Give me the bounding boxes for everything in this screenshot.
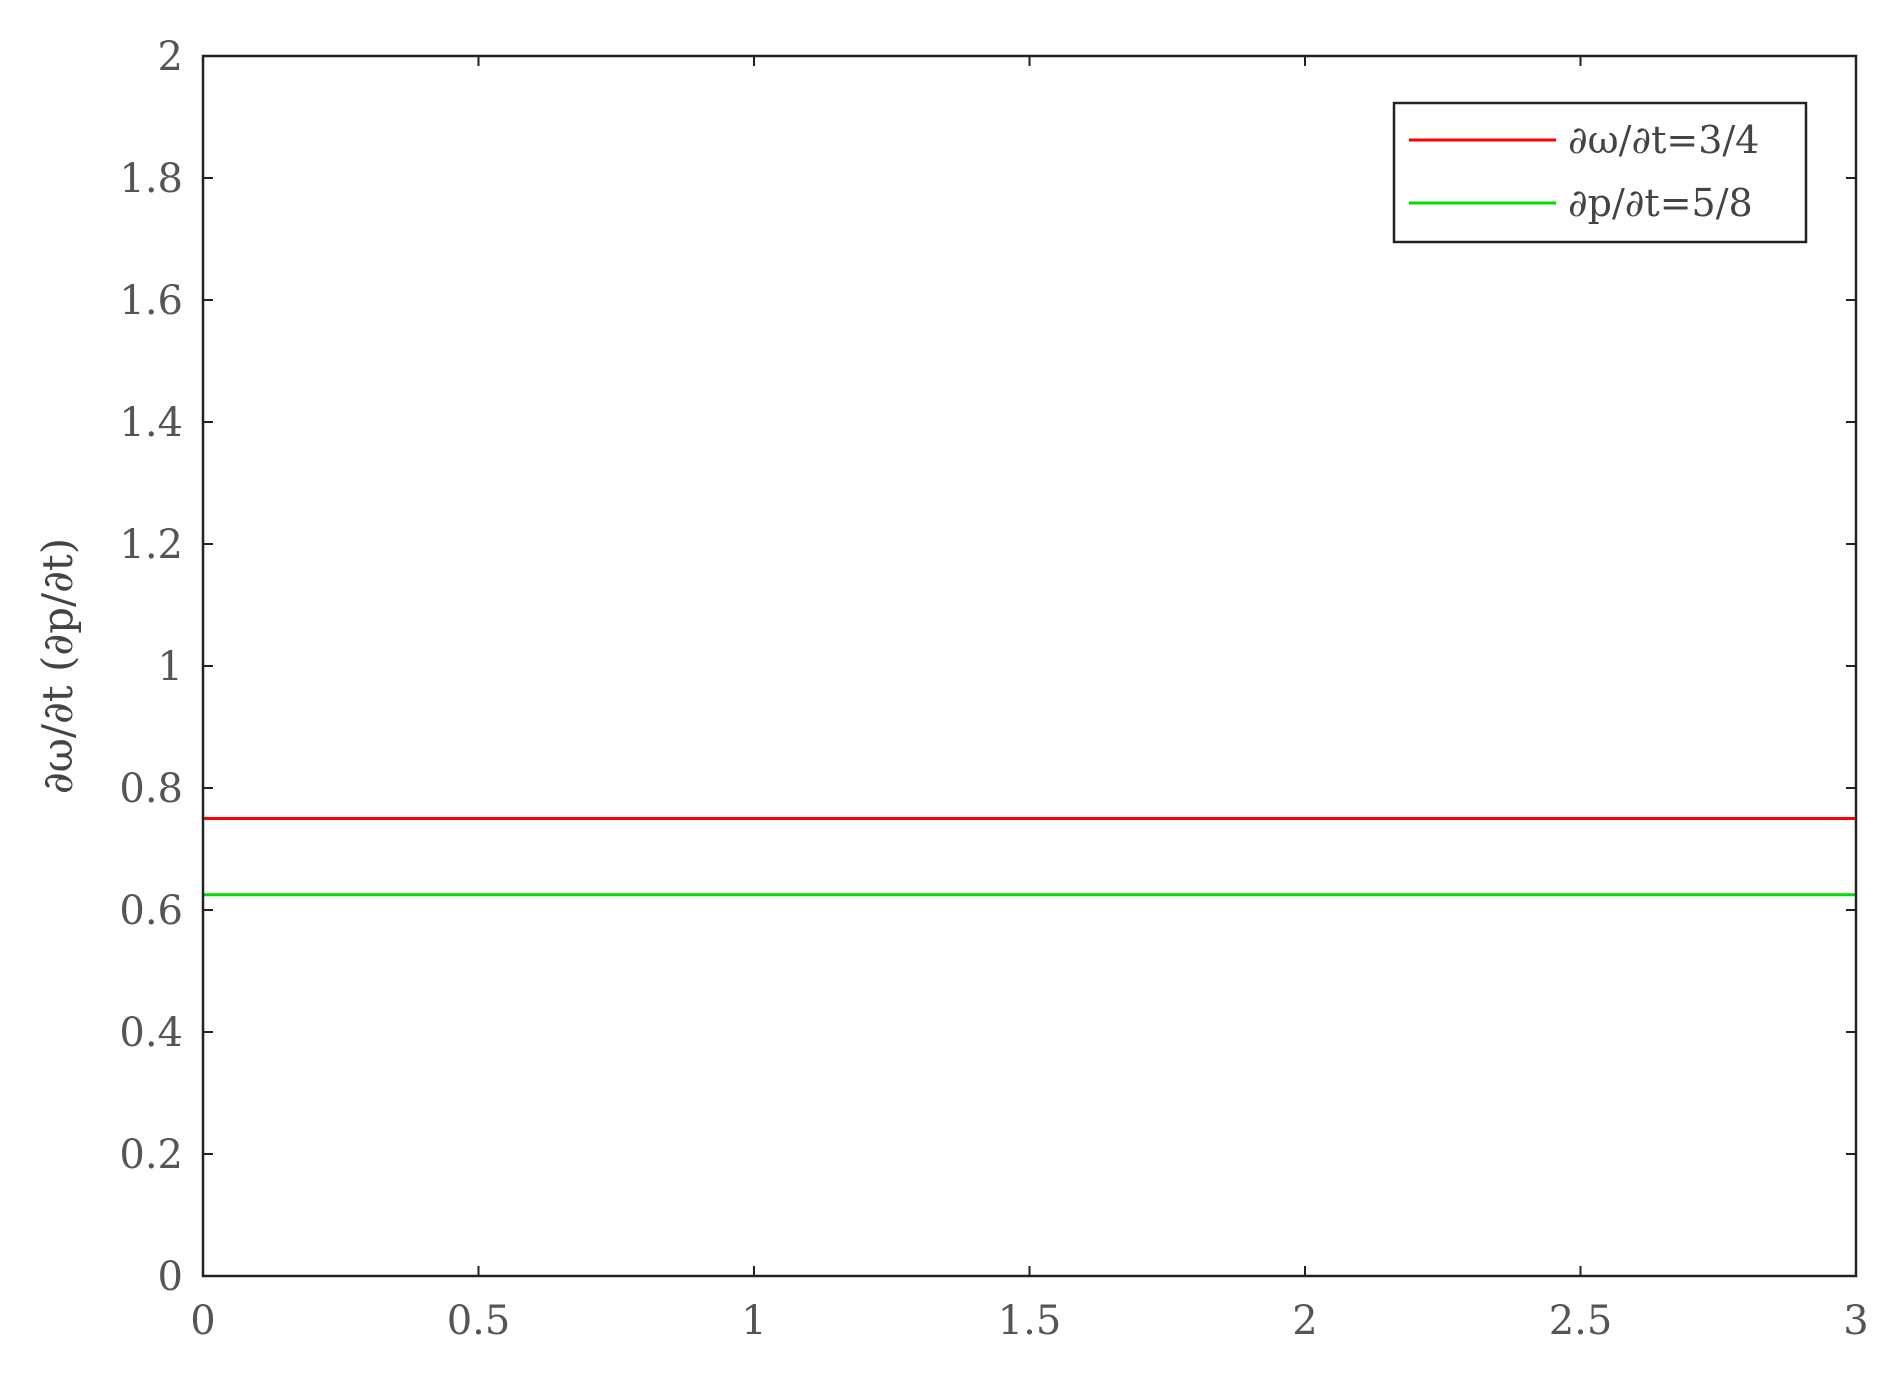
x-tick-label: 2.5	[1549, 1298, 1613, 1344]
y-tick-label: 1.8	[119, 156, 183, 202]
line-chart: 0 0.5 1 1.5 2 2.5 3 0 0.2 0.4 0.6 0.8 1 1.2 1.4 1.6 1.8…	[33, 34, 1869, 1344]
x-tick-label: 0	[190, 1298, 215, 1344]
y-tick-label: 1.4	[119, 400, 183, 446]
x-tick-label: 1.5	[998, 1298, 1062, 1344]
y-tick-label: 0.8	[119, 766, 183, 812]
x-tick-label: 3	[1843, 1298, 1868, 1344]
legend-label-series-1: ∂ω/∂t=3/4	[1568, 118, 1759, 162]
x-tick-label: 0.5	[447, 1298, 511, 1344]
y-tick-label: 0	[158, 1254, 183, 1300]
x-tick-labels: 0 0.5 1 1.5 2 2.5 3	[190, 1298, 1868, 1344]
legend-label-series-2: ∂p/∂t=5/8	[1568, 181, 1753, 225]
y-tick-labels: 0 0.2 0.4 0.6 0.8 1 1.2 1.4 1.6 1.8 2	[119, 34, 183, 1300]
x-tick-label: 2	[1292, 1298, 1317, 1344]
legend: ∂ω/∂t=3/4 ∂p/∂t=5/8	[1392, 101, 1808, 244]
y-tick-label: 1.6	[119, 278, 183, 324]
y-tick-label: 0.2	[119, 1132, 183, 1178]
y-tick-label: 0.4	[119, 1010, 183, 1056]
y-tick-label: 1.2	[119, 522, 183, 568]
y-axis-label: ∂ω/∂t (∂p/∂t)	[33, 538, 82, 794]
x-tick-label: 1	[741, 1298, 766, 1344]
y-tick-label: 0.6	[119, 888, 183, 934]
y-tick-label: 1	[158, 644, 183, 690]
y-tick-label: 2	[158, 34, 183, 80]
